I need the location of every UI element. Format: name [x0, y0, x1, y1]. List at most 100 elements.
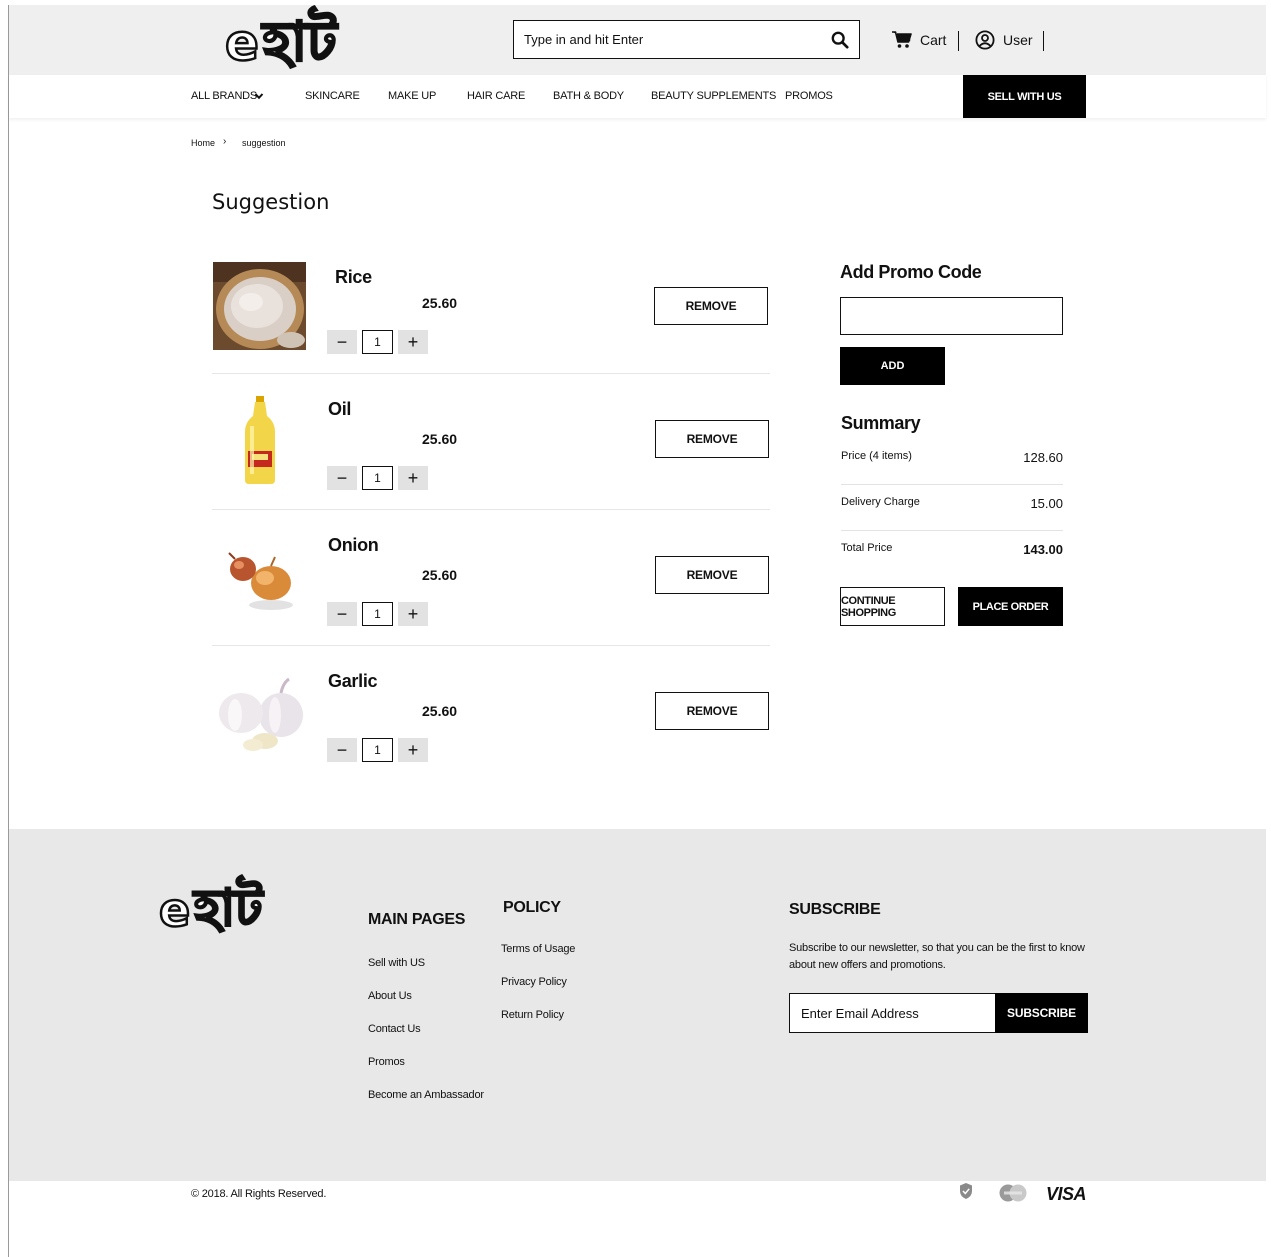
logo-letter-e: e: [224, 14, 260, 73]
mastercard-icon: [999, 1184, 1027, 1202]
subscribe-description: Subscribe to our newsletter, so that you…: [789, 942, 1085, 971]
quantity-stepper: − 1 +: [327, 738, 428, 762]
price-value: 128.60: [1023, 450, 1063, 465]
product-price: 25.60: [422, 703, 458, 719]
rice-image: [213, 262, 306, 350]
nav-promos[interactable]: PROMOS: [785, 90, 833, 102]
quantity-stepper: − 1 +: [327, 602, 428, 626]
subscribe-heading: SUBSCRIBE: [789, 901, 881, 918]
product-name[interactable]: Rice: [335, 267, 372, 288]
subscribe-button[interactable]: SUBSCRIBE: [995, 993, 1088, 1033]
add-promo-button[interactable]: ADD: [840, 347, 945, 385]
increase-quantity-button[interactable]: +: [398, 602, 428, 626]
price-label: Price (4 items): [841, 450, 912, 462]
footer-link-contact[interactable]: Contact Us: [368, 1023, 421, 1035]
place-order-button[interactable]: PLACE ORDER: [958, 587, 1063, 626]
logo-bengali-text: হাট: [193, 878, 264, 937]
user-label: User: [1003, 32, 1033, 48]
user-link[interactable]: User: [975, 30, 1033, 50]
search-icon[interactable]: [831, 31, 849, 49]
garlic-image: [213, 671, 306, 759]
footer-link-sell[interactable]: Sell with US: [368, 957, 425, 969]
remove-button[interactable]: REMOVE: [655, 692, 769, 730]
product-name[interactable]: Onion: [328, 535, 379, 556]
promo-title: Add Promo Code: [840, 262, 982, 282]
summary-delivery-row: Delivery Charge 15.00: [841, 485, 1063, 531]
footer-logo[interactable]: e হাট: [158, 878, 264, 938]
nav-bath-body[interactable]: BATH & BODY: [553, 90, 624, 102]
remove-button[interactable]: REMOVE: [655, 556, 769, 594]
brand-logo[interactable]: e হাট: [224, 9, 338, 73]
product-name[interactable]: Oil: [328, 399, 351, 420]
footer-link-return[interactable]: Return Policy: [501, 1009, 564, 1021]
promo-code-input[interactable]: [840, 297, 1063, 335]
summary-price-row: Price (4 items) 128.60: [841, 439, 1063, 485]
chevron-down-icon[interactable]: [254, 91, 264, 101]
email-input[interactable]: [790, 994, 995, 1032]
shield-icon: [960, 1183, 972, 1199]
oil-bottle-image: [213, 396, 306, 484]
increase-quantity-button[interactable]: +: [398, 330, 428, 354]
footer-link-ambassador[interactable]: Become an Ambassador: [368, 1089, 484, 1101]
decrease-quantity-button[interactable]: −: [327, 466, 357, 490]
increase-quantity-button[interactable]: +: [398, 738, 428, 762]
visa-logo: VISA: [1046, 1184, 1087, 1204]
page: e হাট Cart Use: [8, 5, 1266, 1257]
delivery-value: 15.00: [1030, 496, 1063, 511]
header-divider: [1043, 31, 1044, 51]
cart-item: Onion 25.60 − 1 + REMOVE: [212, 510, 770, 646]
top-bar: e হাট Cart Use: [9, 5, 1266, 75]
footer: e হাট MAIN PAGES Sell with US About Us C…: [9, 829, 1266, 1181]
copyright-text: © 2018. All Rights Reserved.: [191, 1188, 327, 1200]
nav-make-up[interactable]: MAKE UP: [388, 90, 436, 102]
header-divider: [958, 31, 959, 51]
logo-letter-e: e: [158, 883, 192, 938]
summary-title: Summary: [841, 413, 921, 433]
footer-link-about[interactable]: About Us: [368, 990, 412, 1002]
quantity-value[interactable]: 1: [362, 330, 393, 354]
decrease-quantity-button[interactable]: −: [327, 330, 357, 354]
cart-item: Oil 25.60 − 1 + REMOVE: [212, 374, 770, 510]
breadcrumb-home[interactable]: Home: [191, 138, 215, 148]
nav-skincare[interactable]: SKINCARE: [305, 90, 360, 102]
remove-button[interactable]: REMOVE: [655, 420, 769, 458]
quantity-stepper: − 1 +: [327, 466, 428, 490]
product-price: 25.60: [422, 431, 458, 447]
quantity-value[interactable]: 1: [362, 738, 393, 762]
footer-link-terms[interactable]: Terms of Usage: [501, 943, 575, 955]
sell-with-us-button[interactable]: SELL WITH US: [963, 75, 1086, 118]
delivery-label: Delivery Charge: [841, 496, 920, 508]
quantity-value[interactable]: 1: [362, 466, 393, 490]
cart-link[interactable]: Cart: [892, 31, 946, 49]
nav-hair-care[interactable]: HAIR CARE: [467, 90, 525, 102]
product-name[interactable]: Garlic: [328, 671, 378, 692]
logo-bengali-text: হাট: [262, 9, 338, 73]
search-box[interactable]: [513, 20, 860, 59]
continue-shopping-button[interactable]: CONTINUE SHOPPING: [840, 587, 945, 626]
nav-beauty-supplements[interactable]: BEAUTY SUPPLEMENTS: [651, 90, 776, 102]
cart-label: Cart: [920, 32, 947, 48]
total-value: 143.00: [1023, 542, 1063, 557]
nav-all-brands[interactable]: ALL BRANDS: [191, 90, 257, 102]
total-label: Total Price: [841, 542, 893, 554]
decrease-quantity-button[interactable]: −: [327, 738, 357, 762]
footer-link-privacy[interactable]: Privacy Policy: [501, 976, 567, 988]
quantity-stepper: − 1 +: [327, 330, 428, 354]
cart-item: Garlic 25.60 − 1 + REMOVE: [212, 646, 770, 782]
remove-button[interactable]: REMOVE: [654, 287, 768, 325]
breadcrumb-separator: ›: [223, 136, 227, 147]
product-price: 25.60: [422, 295, 458, 311]
cart-item: Rice 25.60 − 1 + REMOVE: [212, 238, 770, 374]
product-price: 25.60: [422, 567, 458, 583]
summary-total-row: Total Price 143.00: [841, 531, 1063, 577]
decrease-quantity-button[interactable]: −: [327, 602, 357, 626]
search-input[interactable]: [514, 21, 814, 58]
email-field[interactable]: [789, 993, 996, 1033]
cart-icon: [892, 31, 912, 48]
quantity-value[interactable]: 1: [362, 602, 393, 626]
main-pages-heading: MAIN PAGES: [368, 911, 466, 928]
footer-link-promos[interactable]: Promos: [368, 1056, 405, 1068]
increase-quantity-button[interactable]: +: [398, 466, 428, 490]
main-nav: ALL BRANDS SKINCARE MAKE UP HAIR CARE BA…: [9, 75, 1266, 118]
user-icon: [975, 30, 995, 50]
